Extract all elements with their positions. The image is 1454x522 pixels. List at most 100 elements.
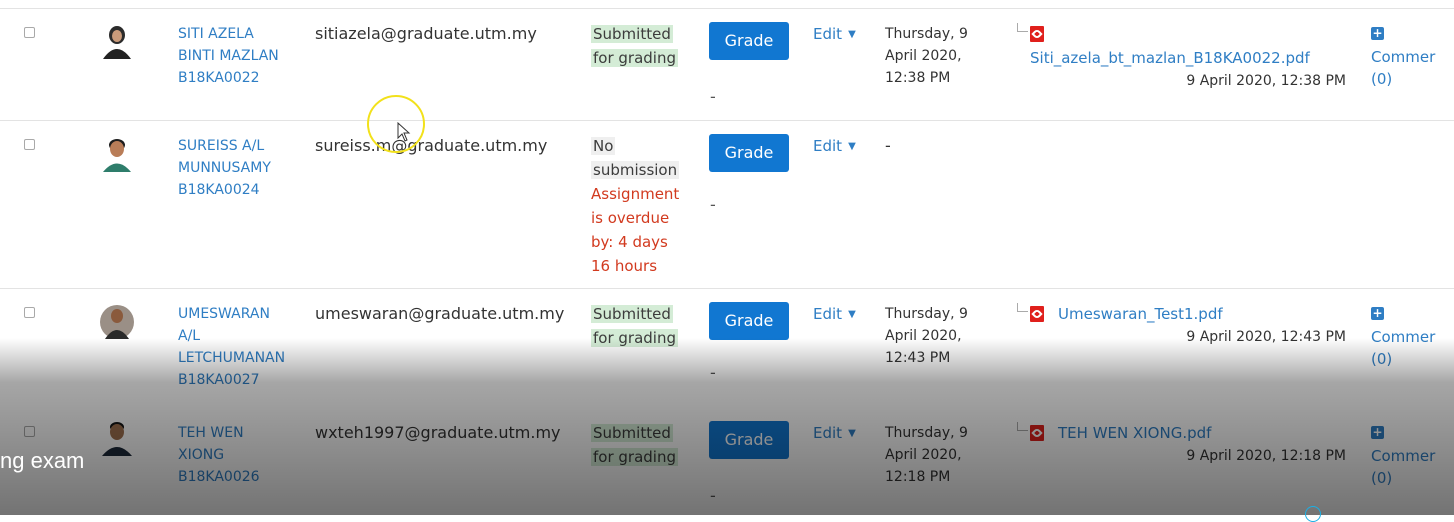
comments-count: (0): [1371, 469, 1393, 487]
date-line: April 2020,: [885, 48, 962, 64]
email: wxteh1997@graduate.utm.my: [315, 423, 561, 442]
overdue-line: is overdue: [591, 209, 670, 227]
file-date: 9 April 2020, 12:18 PM: [1186, 448, 1346, 464]
comments-link[interactable]: Commer (0): [1371, 326, 1435, 370]
avatar: [100, 305, 134, 339]
status: No submission Assignment is overdue by: …: [591, 134, 689, 278]
pdf-file-icon: [1030, 26, 1044, 42]
grade-value: -: [710, 363, 716, 382]
date-line: Thursday, 9: [885, 425, 968, 441]
status-line: Submitted: [591, 305, 673, 323]
student-name-link[interactable]: TEH WEN XIONG B18KA0026: [178, 422, 288, 488]
comments-label: Commer: [1371, 48, 1436, 66]
status: Submitted for grading: [591, 302, 689, 350]
status-line: Submitted: [591, 25, 673, 43]
video-caption: ng exam: [0, 448, 85, 473]
edit-label: Edit: [813, 305, 843, 323]
student-name-link[interactable]: UMESWARAN A/L LETCHUMANAN B18KA0027: [178, 303, 288, 391]
plus-square-icon[interactable]: +: [1371, 27, 1384, 40]
status-line: Submitted: [591, 424, 673, 442]
file-link[interactable]: TEH WEN XIONG.pdf: [1058, 422, 1211, 444]
plus-square-icon[interactable]: +: [1371, 307, 1384, 320]
select-checkbox[interactable]: [24, 27, 35, 38]
table-row: UMESWARAN A/L LETCHUMANAN B18KA0027 umes…: [0, 288, 1454, 409]
date-line: April 2020,: [885, 328, 962, 344]
caret-down-icon: ▼: [848, 141, 856, 152]
edit-menu[interactable]: Edit ▼: [813, 303, 856, 326]
plus-square-icon[interactable]: +: [1371, 426, 1384, 439]
grade-value: -: [710, 195, 716, 214]
last-modified: Thursday, 9 April 2020, 12:43 PM: [885, 303, 1005, 369]
file-date: 9 April 2020, 12:38 PM: [1186, 73, 1346, 89]
file-date: 9 April 2020, 12:43 PM: [1186, 329, 1346, 345]
status: Submitted for grading: [591, 22, 689, 70]
name-line: SITI AZELA: [178, 26, 254, 42]
pdf-file-icon: [1030, 425, 1044, 441]
overdue-line: 16 hours: [591, 257, 658, 275]
date-line: Thursday, 9: [885, 26, 968, 42]
last-modified: Thursday, 9 April 2020, 12:38 PM: [885, 23, 1005, 89]
date-line: 12:18 PM: [885, 469, 951, 485]
select-checkbox[interactable]: [24, 139, 35, 150]
overdue-line: by: 4 days: [591, 233, 668, 251]
file-link[interactable]: Siti_azela_bt_mazlan_B18KA0022.pdf: [1030, 47, 1310, 69]
status-line: submission: [591, 161, 680, 179]
date-line: 12:38 PM: [885, 70, 951, 86]
date-line: Thursday, 9: [885, 306, 968, 322]
status-line: for grading: [591, 49, 678, 67]
comments-link[interactable]: Commer (0): [1371, 445, 1435, 489]
grade-button[interactable]: Grade: [709, 302, 789, 340]
edit-menu[interactable]: Edit ▼: [813, 135, 856, 158]
file-link[interactable]: Umeswaran_Test1.pdf: [1058, 303, 1223, 325]
comments-link[interactable]: Commer (0): [1371, 46, 1435, 90]
edit-label: Edit: [813, 424, 843, 442]
select-checkbox[interactable]: [24, 307, 35, 318]
comments-count: (0): [1371, 70, 1393, 88]
email: umeswaran@graduate.utm.my: [315, 304, 565, 323]
name-line: XIONG: [178, 447, 225, 463]
overdue-line: Assignment: [591, 185, 680, 203]
table-row: SUREISS A/L MUNNUSAMY B18KA0024 sureiss.…: [0, 120, 1454, 289]
name-line: SUREISS A/L: [178, 138, 265, 154]
last-modified: Thursday, 9 April 2020, 12:18 PM: [885, 422, 1005, 488]
status-line: No: [591, 137, 616, 155]
date-line: 12:43 PM: [885, 350, 951, 366]
tree-connector: [1017, 422, 1028, 431]
status: Submitted for grading: [591, 421, 689, 469]
edit-label: Edit: [813, 25, 843, 43]
name-line: BINTI MAZLAN: [178, 48, 279, 64]
mouse-pointer-icon: [397, 122, 411, 142]
last-modified: -: [885, 136, 891, 155]
edit-label: Edit: [813, 137, 843, 155]
student-id: B18KA0022: [178, 70, 260, 86]
name-line: MUNNUSAMY: [178, 160, 271, 176]
grade-value: -: [710, 87, 716, 106]
email: sitiazela@graduate.utm.my: [315, 24, 537, 43]
comments-count: (0): [1371, 350, 1393, 368]
date-line: April 2020,: [885, 447, 962, 463]
pdf-file-icon: [1030, 306, 1044, 322]
grade-button[interactable]: Grade: [709, 421, 789, 459]
tree-connector: [1017, 23, 1028, 32]
student-name-link[interactable]: SUREISS A/L MUNNUSAMY B18KA0024: [178, 135, 288, 201]
status-line: for grading: [591, 329, 678, 347]
status-line: for grading: [591, 448, 678, 466]
table-row: TEH WEN XIONG B18KA0026 wxteh1997@gradua…: [0, 408, 1454, 515]
edit-menu[interactable]: Edit ▼: [813, 422, 856, 445]
student-name-link[interactable]: SITI AZELA BINTI MAZLAN B18KA0022: [178, 23, 288, 89]
edit-menu[interactable]: Edit ▼: [813, 23, 856, 46]
avatar: [103, 139, 131, 172]
email: sureiss.m@graduate.utm.my: [315, 136, 548, 155]
select-checkbox[interactable]: [24, 426, 35, 437]
avatar: [102, 422, 132, 456]
comments-label: Commer: [1371, 447, 1436, 465]
student-id: B18KA0027: [178, 372, 260, 388]
caret-down-icon: ▼: [848, 428, 856, 439]
avatar: [103, 26, 131, 59]
table-row: SITI AZELA BINTI MAZLAN B18KA0022 sitiaz…: [0, 8, 1454, 121]
grade-button[interactable]: Grade: [709, 134, 789, 172]
grade-button[interactable]: Grade: [709, 22, 789, 60]
name-line: TEH WEN: [178, 425, 244, 441]
loading-indicator-icon: [1305, 506, 1321, 522]
name-line: UMESWARAN: [178, 306, 270, 322]
